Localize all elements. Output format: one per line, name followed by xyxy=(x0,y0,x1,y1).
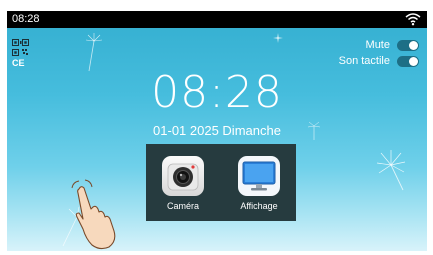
status-bar: 08:28 xyxy=(7,11,427,28)
mute-toggle[interactable] xyxy=(397,39,419,51)
qr-code-icon[interactable] xyxy=(12,39,29,56)
date-text: 01-01 2025 Dimanche xyxy=(153,123,281,138)
camera-app-label: Caméra xyxy=(166,201,199,211)
status-time: 08:28 xyxy=(12,13,40,25)
home-screen: 08:28 CE Mute Son tactile 08:28 01-01 20… xyxy=(7,11,427,251)
main-clock: 08:28 xyxy=(151,67,283,118)
mute-label: Mute xyxy=(365,39,390,51)
dandelion-seed-decoration xyxy=(376,150,406,191)
touch-sound-toggle-row: Son tactile xyxy=(339,55,419,67)
monitor-icon xyxy=(242,161,276,191)
camera-app[interactable]: Caméra xyxy=(158,156,208,211)
display-app-tile[interactable] xyxy=(238,156,280,196)
camera-icon xyxy=(167,163,199,191)
app-panel: Caméra Affichage xyxy=(146,144,296,221)
sparkle-decoration xyxy=(273,33,283,43)
toggle-knob xyxy=(409,40,418,50)
wifi-icon xyxy=(405,13,421,26)
device-frame: 08:28 CE Mute Son tactile 08:28 01-01 20… xyxy=(0,0,433,255)
display-app-label: Affichage xyxy=(240,201,278,211)
camera-app-tile[interactable] xyxy=(162,156,204,196)
toggle-knob xyxy=(409,56,418,66)
display-app[interactable]: Affichage xyxy=(234,156,284,211)
mute-toggle-row: Mute xyxy=(366,39,419,51)
touch-sound-toggle[interactable] xyxy=(397,55,419,67)
touch-sound-label: Son tactile xyxy=(338,55,390,67)
tap-hand-icon xyxy=(71,179,116,250)
